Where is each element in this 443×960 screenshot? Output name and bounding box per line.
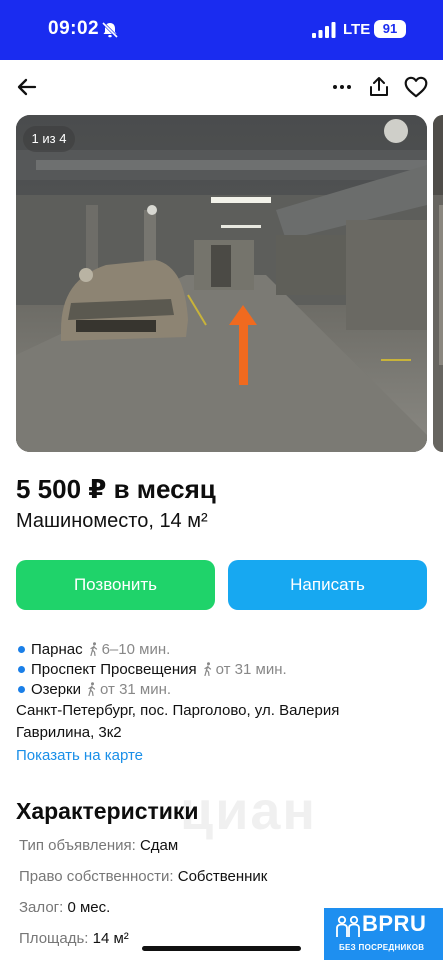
next-photo-preview[interactable] bbox=[433, 115, 443, 452]
characteristics-title: Характеристики bbox=[16, 798, 199, 824]
characteristic-key: Право собственности: bbox=[19, 868, 174, 885]
share-button[interactable] bbox=[365, 73, 393, 101]
walking-icon bbox=[88, 682, 96, 696]
listing-title: Машиноместо, 14 м² bbox=[16, 510, 208, 532]
parking-photo bbox=[16, 115, 427, 452]
characteristic-row: Право собственности: Собственник bbox=[19, 868, 267, 885]
share-icon bbox=[370, 77, 388, 96]
listing-price: 5 500 ₽ в месяц bbox=[16, 474, 216, 504]
listing-address: Санкт-Петербург, пос. Парголово, ул. Вал… bbox=[16, 702, 340, 741]
call-button[interactable]: Позвонить bbox=[16, 560, 215, 610]
metro-dot-icon bbox=[18, 665, 25, 673]
bpru-logo-icon bbox=[336, 915, 360, 937]
metro-station-row: Парнас 6–10 мин. bbox=[16, 639, 170, 659]
metro-station-row: Озерки от 31 мин. bbox=[16, 679, 171, 699]
metro-walk-time: от 31 мин. bbox=[215, 660, 287, 678]
status-time: 09:02 bbox=[48, 18, 100, 39]
watermark: циан bbox=[180, 781, 318, 841]
back-button[interactable] bbox=[13, 73, 41, 101]
walking-icon bbox=[204, 662, 211, 676]
photo-gallery[interactable] bbox=[16, 115, 427, 452]
metro-walk-time: 6–10 мин. bbox=[101, 640, 171, 658]
arrow-left-icon bbox=[17, 78, 37, 96]
more-button[interactable] bbox=[328, 73, 356, 101]
show-on-map-link[interactable]: Показать на карте bbox=[16, 747, 143, 764]
top-navigation-bar bbox=[0, 60, 443, 115]
walking-icon bbox=[89, 642, 97, 656]
next-photo bbox=[433, 115, 443, 452]
characteristic-value: Сдам bbox=[139, 837, 179, 854]
metro-station-name: Проспект Просвещения bbox=[31, 660, 197, 678]
photo-counter: 1 из 4 bbox=[23, 126, 75, 152]
metro-dot-icon bbox=[18, 685, 25, 693]
metro-station-name: Парнас bbox=[31, 640, 83, 658]
characteristic-key: Тип объявления: bbox=[19, 837, 136, 854]
badge-subtitle: БЕЗ ПОСРЕДНИКОВ bbox=[339, 943, 425, 952]
characteristic-value: 0 мес. bbox=[67, 899, 111, 916]
message-button[interactable]: Написать bbox=[228, 560, 427, 610]
network-type: LTE bbox=[343, 21, 371, 38]
characteristic-row: Залог: 0 мес. bbox=[19, 899, 110, 916]
badge-title: BPRU bbox=[362, 911, 427, 936]
metro-dot-icon bbox=[18, 645, 25, 653]
bell-slash-icon bbox=[101, 21, 119, 39]
characteristic-value: Собственник bbox=[177, 868, 268, 885]
heart-icon bbox=[404, 76, 428, 98]
characteristic-value: 14 м² bbox=[92, 930, 129, 947]
battery-level: 91 bbox=[374, 20, 406, 38]
characteristic-key: Площадь: bbox=[19, 930, 89, 947]
characteristic-key: Залог: bbox=[19, 899, 64, 916]
characteristic-row: Тип объявления: Сдам bbox=[19, 837, 178, 854]
status-bar: 09:02 LTE 91 bbox=[0, 0, 443, 60]
metro-walk-time: от 31 мин. bbox=[100, 680, 172, 698]
home-indicator bbox=[142, 946, 301, 951]
characteristic-row: Площадь: 14 м² bbox=[19, 930, 129, 947]
cellular-signal-icon bbox=[312, 22, 336, 38]
bpru-badge: BPRU БЕЗ ПОСРЕДНИКОВ bbox=[324, 908, 443, 960]
more-dots-icon bbox=[333, 85, 351, 89]
metro-station-name: Озерки bbox=[31, 680, 82, 698]
metro-station-row: Проспект Просвещения от 31 мин. bbox=[16, 659, 287, 679]
favorite-button[interactable] bbox=[402, 73, 430, 101]
